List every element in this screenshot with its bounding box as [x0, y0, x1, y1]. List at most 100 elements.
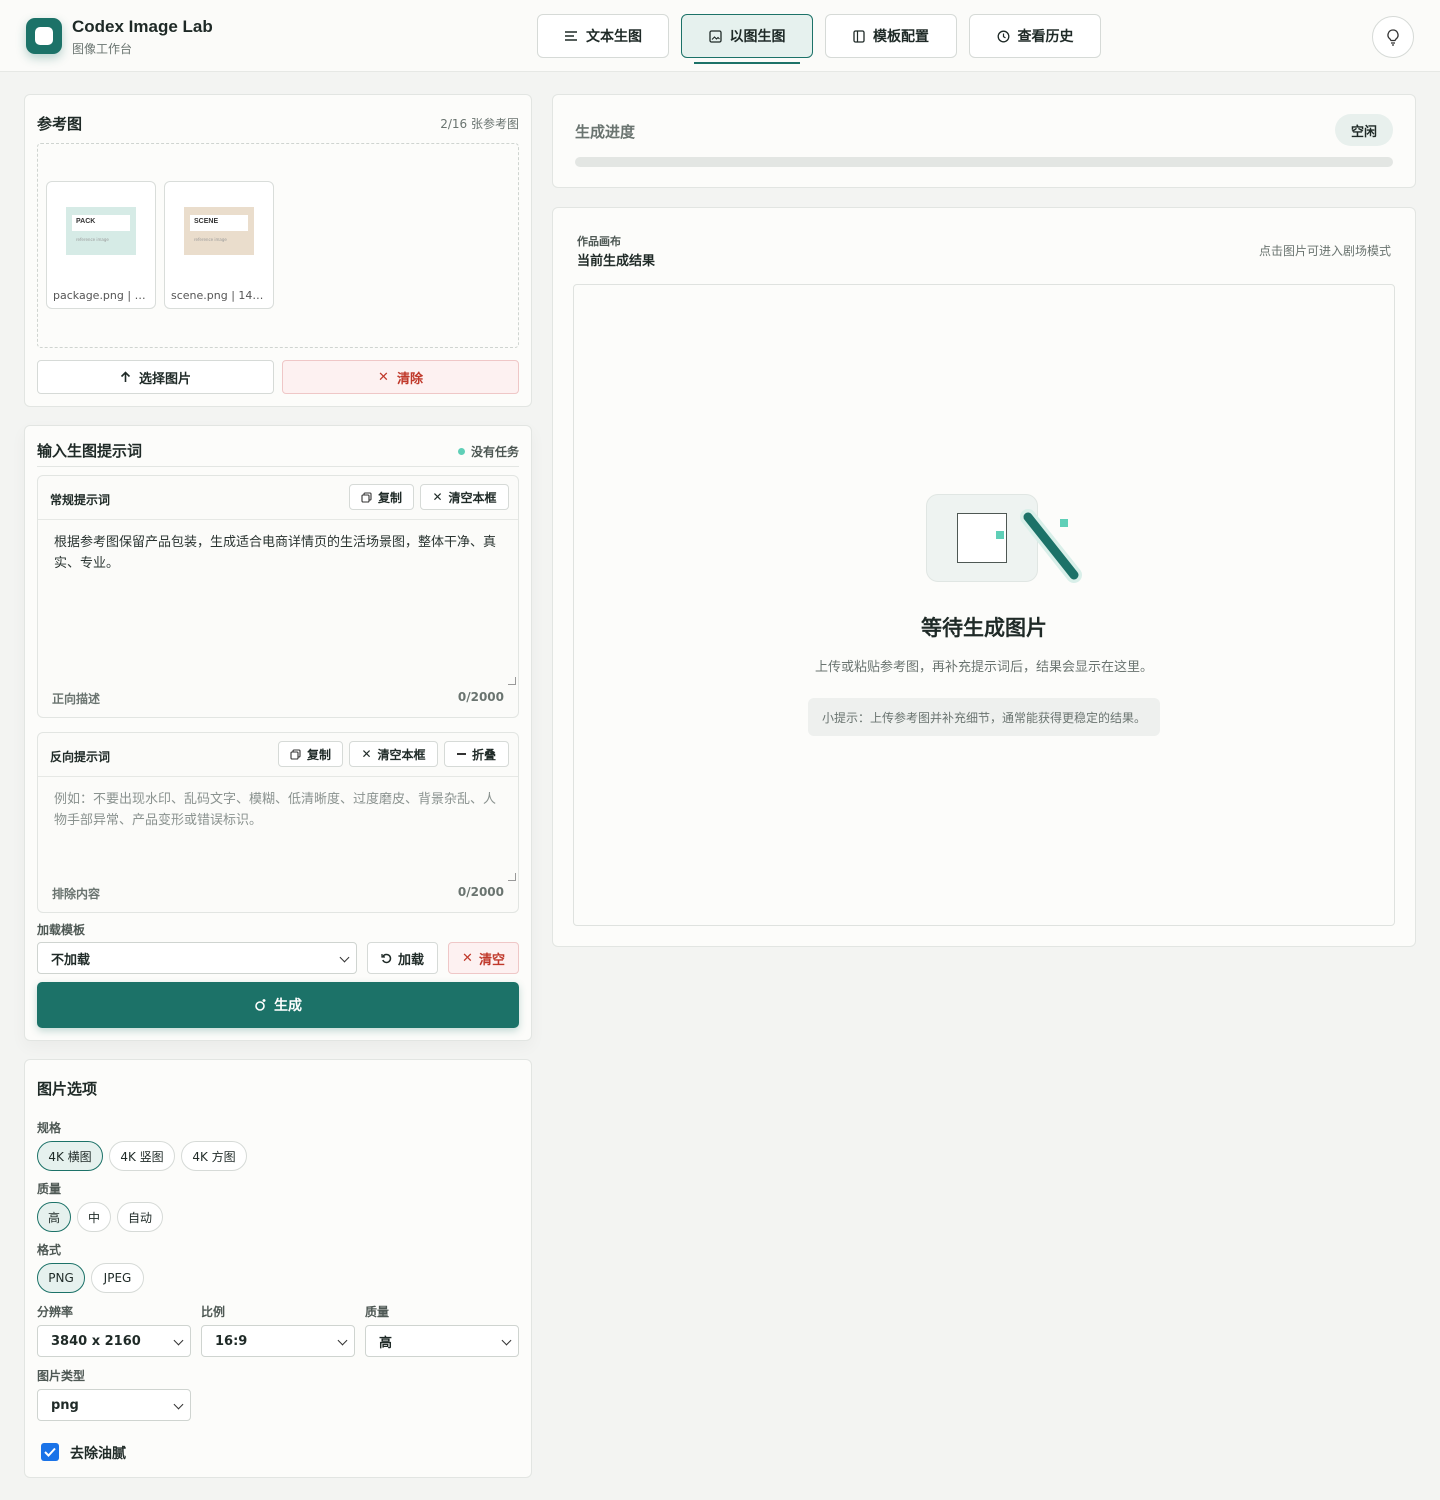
status-badge: 空闲: [1335, 114, 1393, 146]
thumbnail-caption: scene.png | 140...: [171, 289, 267, 302]
status-dot-icon: [457, 448, 465, 455]
select-value: 高: [379, 1335, 393, 1351]
progress-bar: [575, 157, 1393, 167]
chip-quality-high[interactable]: 高: [37, 1202, 71, 1232]
result-canvas[interactable]: 等待生成图片 上传或粘贴参考图，再补充提示词后，结果会显示在这里。 小提示：上传…: [573, 284, 1395, 926]
button-label: 复制: [377, 490, 402, 505]
reference-title: 参考图: [37, 115, 83, 133]
negative-prompt-header: 反向提示词 复制 ✕ 清空本框 折叠: [38, 733, 518, 777]
chip-spec-portrait[interactable]: 4K 竖图: [109, 1141, 175, 1171]
chip-quality-medium[interactable]: 中: [77, 1202, 111, 1232]
thumbnail-caption: package.png | 1...: [53, 289, 149, 302]
app-title: Codex Image Lab: [72, 17, 213, 36]
positive-prompt-box: 常规提示词 复制 ✕ 清空本框 根据参考图保留产品包装，生成适合电商详情页的生活…: [37, 475, 519, 718]
remove-grease-checkbox[interactable]: [41, 1443, 59, 1461]
close-icon: ✕: [378, 369, 389, 385]
reference-thumbnail[interactable]: PACK reference image package.png | 1...: [46, 181, 156, 309]
tab-label: 文本生图: [586, 29, 642, 45]
ratio-select[interactable]: 16:9: [201, 1325, 355, 1357]
clock-icon: [997, 30, 1009, 42]
upload-arrow-icon: [120, 371, 131, 382]
resize-handle[interactable]: [508, 677, 516, 685]
reference-dropzone[interactable]: PACK reference image package.png | 1... …: [37, 143, 519, 348]
refresh-icon: [381, 953, 392, 963]
clear-template-button[interactable]: ✕ 清空: [448, 942, 519, 974]
negative-prompt-box: 反向提示词 复制 ✕ 清空本框 折叠 例如：不要出现水印、乱码文字、模糊、低清晰…: [37, 732, 519, 913]
image-icon: [708, 29, 722, 43]
positive-char-counter: 0/2000: [457, 690, 504, 704]
thumbnail-label: SCENE: [190, 215, 248, 231]
app-logo: [26, 18, 62, 54]
resolution-select[interactable]: 3840 x 2160: [37, 1325, 191, 1357]
close-icon: ✕: [462, 950, 473, 966]
top-bar: Codex Image Lab 图像工作台 文本生图 以图生图 模板配置 查看历…: [0, 0, 1440, 72]
tab-label: 查看历史: [1017, 29, 1074, 45]
reference-thumbnail[interactable]: SCENE reference image scene.png | 140...: [164, 181, 274, 309]
help-bulb-icon: [1387, 29, 1399, 46]
quality-select-label: 质量: [365, 1305, 390, 1319]
image-type-select[interactable]: png: [37, 1389, 191, 1421]
close-icon: ✕: [361, 747, 372, 761]
chip-spec-square[interactable]: 4K 方图: [181, 1141, 247, 1171]
negative-prompt-label: 反向提示词: [50, 750, 111, 764]
collapse-negative-button[interactable]: 折叠: [444, 741, 509, 767]
chip-format-jpeg[interactable]: JPEG: [91, 1263, 144, 1293]
app-subtitle: 图像工作台: [72, 42, 133, 56]
select-images-button[interactable]: 选择图片: [37, 360, 274, 394]
copy-positive-button[interactable]: 复制: [349, 484, 414, 510]
positive-prompt-textarea[interactable]: 根据参考图保留产品包装，生成适合电商详情页的生活场景图，整体干净、真实、专业。: [54, 532, 504, 574]
list-icon: [565, 31, 577, 41]
canvas-eyebrow: 作品画布: [577, 235, 621, 248]
thumbnail-label: PACK: [72, 215, 130, 231]
chevron-down-icon: [173, 1335, 184, 1346]
format-label: 格式: [37, 1243, 62, 1257]
clear-images-button[interactable]: ✕ 清除: [282, 360, 519, 394]
clear-positive-button[interactable]: ✕ 清空本框: [420, 484, 509, 510]
chevron-down-icon: [173, 1399, 184, 1410]
ratio-label: 比例: [201, 1305, 226, 1319]
template-label: 加载模板: [37, 923, 86, 937]
generate-button[interactable]: 生成: [37, 982, 519, 1028]
magic-wand-icon: [1020, 509, 1082, 583]
copy-icon: [361, 491, 372, 503]
image-type-label: 图片类型: [37, 1369, 86, 1383]
clear-negative-button[interactable]: ✕ 清空本框: [349, 741, 438, 767]
negative-char-counter: 0/2000: [457, 885, 504, 899]
positive-prompt-label: 常规提示词: [50, 493, 111, 507]
image-options-card: 图片选项 规格 4K 横图 4K 竖图 4K 方图 质量 高 中 自动 格式 P…: [24, 1059, 532, 1478]
tab-label: 以图生图: [729, 29, 786, 45]
thumbnail-image: PACK reference image: [66, 207, 136, 255]
chip-spec-landscape[interactable]: 4K 横图: [37, 1141, 103, 1171]
copy-negative-button[interactable]: 复制: [278, 741, 343, 767]
load-template-button[interactable]: 加载: [367, 942, 438, 974]
negative-footer-label: 排除内容: [52, 887, 101, 901]
button-label: 折叠: [471, 747, 496, 762]
task-status: 没有任务: [457, 443, 519, 460]
select-value: 16:9: [215, 1333, 248, 1349]
negative-prompt-textarea[interactable]: 例如：不要出现水印、乱码文字、模糊、低清晰度、过度磨皮、背景杂乱、人物手部异常、…: [54, 789, 504, 831]
thumbnail-sub: reference image: [76, 237, 109, 242]
empty-state-description: 上传或粘贴参考图，再补充提示词后，结果会显示在这里。: [814, 660, 1153, 675]
tab-history[interactable]: 查看历史: [969, 14, 1101, 58]
template-select[interactable]: 不加载: [37, 942, 357, 974]
task-status-text: 没有任务: [470, 445, 519, 459]
resize-handle[interactable]: [508, 873, 516, 881]
tab-text-to-image[interactable]: 文本生图: [537, 14, 669, 58]
chevron-down-icon: [339, 952, 350, 963]
quality-select[interactable]: 高: [365, 1325, 519, 1357]
chip-format-png[interactable]: PNG: [37, 1263, 85, 1293]
tab-image-to-image[interactable]: 以图生图: [681, 14, 813, 58]
button-label: 清空: [478, 952, 505, 968]
canvas-hint: 点击图片可进入剧场模式: [1258, 244, 1391, 258]
canvas-title: 当前生成结果: [577, 254, 656, 269]
button-label: 复制: [306, 747, 331, 762]
quality-label: 质量: [37, 1182, 62, 1196]
sparkle-icon: [255, 999, 266, 1011]
button-label: 清空本框: [377, 747, 426, 762]
select-value: 不加载: [51, 952, 91, 968]
copy-icon: [290, 748, 301, 760]
help-button[interactable]: [1372, 16, 1414, 58]
active-tab-indicator: [694, 62, 800, 64]
tab-template-config[interactable]: 模板配置: [825, 14, 957, 58]
chip-quality-auto[interactable]: 自动: [117, 1202, 163, 1232]
